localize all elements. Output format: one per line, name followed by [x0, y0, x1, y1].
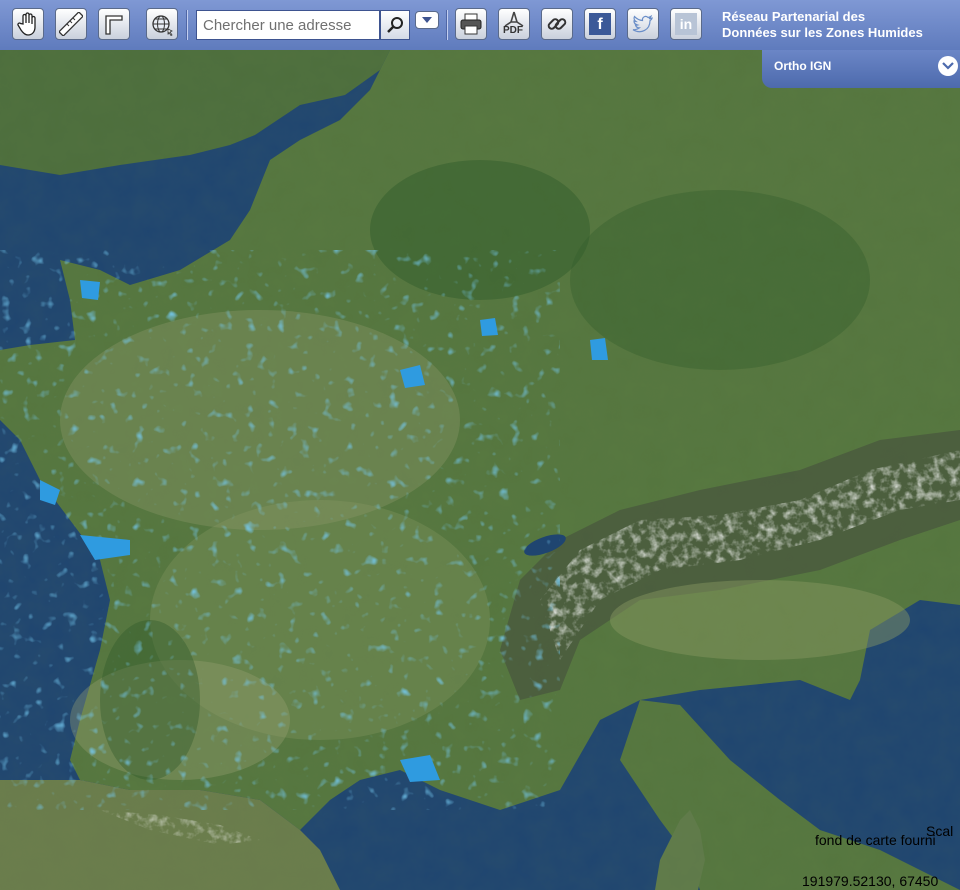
globe-icon [152, 15, 173, 36]
layer-toggle-button[interactable] [938, 56, 958, 76]
chevron-down-icon [942, 62, 954, 70]
site-title-line1: Réseau Partenarial des [722, 9, 866, 24]
pan-tool-button[interactable] [12, 8, 44, 40]
wetlands-overlay [0, 250, 608, 810]
cursor-coordinates: 191979.52130, 67450 [802, 873, 939, 889]
site-title: Réseau Partenarial des Données sur les Z… [722, 9, 923, 41]
printer-icon [460, 13, 482, 35]
linkedin-label: in [679, 16, 693, 32]
permalink-button[interactable] [541, 8, 573, 40]
facebook-label: f [597, 16, 603, 33]
twitter-icon [632, 14, 653, 33]
link-icon [547, 18, 567, 30]
linkedin-share-button[interactable]: in [670, 8, 702, 40]
twitter-share-button[interactable] [627, 8, 659, 40]
measure-area-button[interactable] [98, 8, 130, 40]
chevron-down-icon [422, 17, 432, 23]
site-title-line2: Données sur les Zones Humides [722, 25, 923, 40]
pdf-export-button[interactable]: PDF [498, 8, 530, 40]
address-search-input[interactable] [196, 10, 380, 40]
search-options-dropdown[interactable] [415, 11, 439, 29]
toolbar-separator [186, 10, 188, 40]
ruler-icon [59, 12, 83, 36]
linkedin-icon: in [675, 13, 697, 35]
print-button[interactable] [455, 8, 487, 40]
current-layer-label: Ortho IGN [774, 59, 832, 73]
toolbar-separator [446, 10, 448, 40]
pdf-label: PDF [503, 25, 523, 36]
hand-icon [17, 12, 36, 36]
layer-switcher[interactable]: Ortho IGN [762, 50, 960, 88]
toolbar: PDF f in Réseau Partenarial des Données … [0, 0, 960, 50]
coordinates-tool-button[interactable] [146, 8, 178, 40]
facebook-icon: f [589, 13, 611, 35]
measure-distance-button[interactable] [55, 8, 87, 40]
satellite-map [0, 50, 960, 890]
area-angle-icon [105, 15, 123, 35]
map-viewport[interactable]: Scal fond de carte fourni 191979.52130, … [0, 50, 960, 890]
facebook-share-button[interactable]: f [584, 8, 616, 40]
search-icon [387, 17, 403, 33]
map-attribution: fond de carte fourni [815, 832, 936, 848]
search-button[interactable] [380, 10, 410, 40]
